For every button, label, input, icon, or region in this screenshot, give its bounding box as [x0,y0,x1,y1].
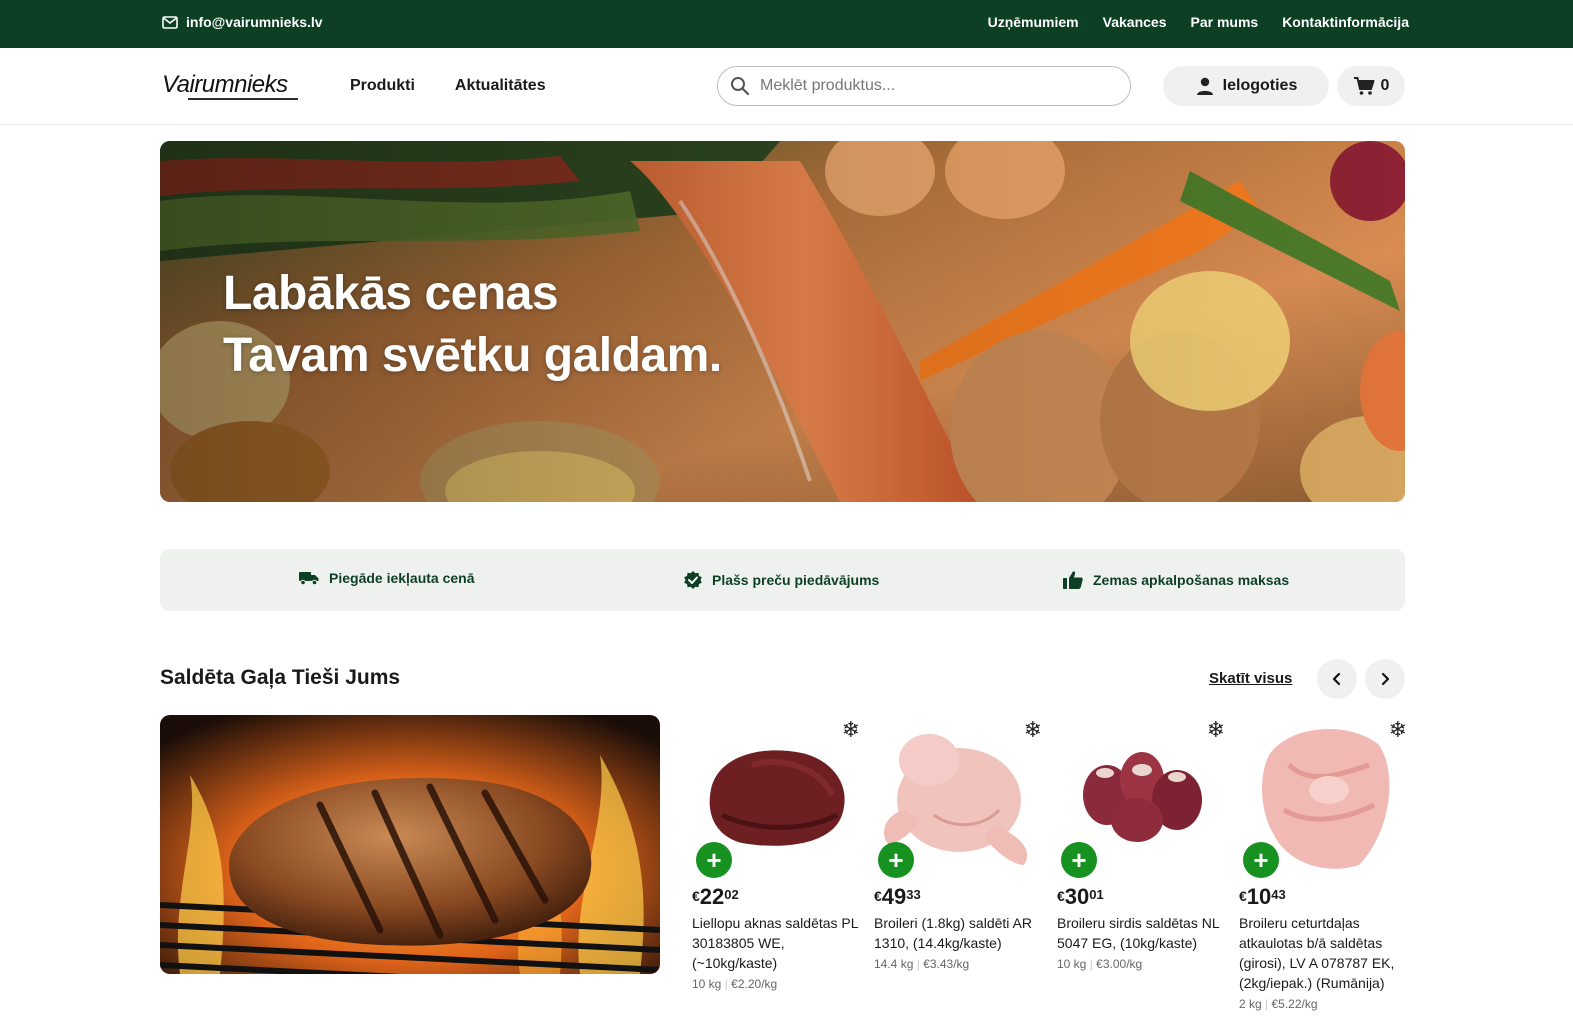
user-icon [1196,77,1213,95]
product-price: €49 33 [874,885,1044,909]
hero-headline: Labākās cenas Tavam svētku galdam. [223,263,722,387]
search-input[interactable] [760,77,1100,95]
cart-button[interactable]: 0 [1337,66,1405,106]
frozen-snowflake-icon: ❄ [1388,717,1407,742]
price-integer: 10 [1246,884,1272,909]
see-all-link[interactable]: Skatīt visus [1209,670,1292,687]
link-uznemumiem[interactable]: Uzņēmumiem [988,14,1079,30]
product-weight: 10 kg [692,977,722,991]
product-unit-price: €3.00/kg [1096,957,1143,971]
login-label: Ielogoties [1222,77,1298,94]
cart-count: 0 [1380,77,1390,94]
hero-line-1: Labākās cenas [223,267,559,320]
promo-grilled-meat-image[interactable] [160,715,660,974]
main-nav: Produkti Aktualitātes [350,77,546,95]
carousel-prev-button[interactable] [1317,659,1357,699]
price-integer: 30 [1064,884,1090,909]
truck-icon [299,572,319,586]
product-card[interactable]: ❄ + €49 33 Broileri (1.8kg) saldēti AR 13… [874,715,1044,971]
top-links: Uzņēmumiem Vakances Par mums Kontaktinfo… [988,14,1409,30]
product-meta: 10 kg | €2.20/kg [692,977,778,991]
product-image-wrap[interactable]: ❄ + [1239,715,1409,878]
price-currency: € [1239,888,1247,904]
section-title: Saldēta Gaļa Tieši Jums [160,666,401,689]
price-decimal: 33 [906,887,921,902]
product-name[interactable]: Broileru ceturtdaļas atkaulotas b/ā sald… [1239,913,1409,993]
frozen-snowflake-icon: ❄ [1023,717,1042,742]
product-weight: 10 kg [1057,957,1087,971]
email-link[interactable]: info@vairumnieks.lv [162,14,323,30]
product-meta: 10 kg | €3.00/kg [1057,957,1143,971]
feature-low-fees: Zemas apkalpošanas maksas [1062,570,1289,590]
frozen-snowflake-icon: ❄ [1206,717,1225,742]
link-vakances[interactable]: Vakances [1103,14,1167,30]
cart-icon [1353,77,1375,95]
product-weight: 14.4 kg [874,957,914,971]
price-integer: 49 [881,884,907,909]
price-currency: € [1057,888,1065,904]
product-name[interactable]: Broileru sirdis saldētas NL 5047 EG, (10… [1057,913,1227,953]
product-card[interactable]: ❄ + €22 02 Liellopu aknas saldētas PL 301… [692,715,862,991]
logo[interactable]: Vairumnieks [160,70,302,104]
email-text[interactable]: info@vairumnieks.lv [186,14,323,30]
frozen-snowflake-icon: ❄ [841,717,860,742]
grilled-meat-image [160,715,660,974]
mail-icon [162,15,178,29]
product-weight: 2 kg [1239,997,1262,1011]
hero-banner[interactable]: Labākās cenas Tavam svētku galdam. [160,141,1405,502]
feature-assortment-label: Plašs preču piedāvājums [712,572,880,588]
feature-assortment: Plašs preču piedāvājums [683,570,879,590]
top-bar: info@vairumnieks.lv Uzņēmumiem Vakances … [0,0,1573,48]
price-currency: € [874,888,882,904]
search-box[interactable] [717,66,1131,106]
chevron-right-icon [1381,672,1390,686]
feature-delivery-label: Piegāde iekļauta cenā [329,570,475,586]
feature-delivery: Piegāde iekļauta cenā [298,570,475,586]
product-price: €22 02 [692,885,862,909]
nav-produkti[interactable]: Produkti [350,77,415,95]
product-price: €10 43 [1239,885,1409,909]
price-decimal: 02 [724,887,739,902]
product-image-wrap[interactable]: ❄ + [1057,715,1227,878]
product-unit-price: €3.43/kg [923,957,970,971]
product-meta: 2 kg | €5.22/kg [1239,997,1318,1011]
login-button[interactable]: Ielogoties [1163,66,1329,106]
add-to-cart-button[interactable]: + [1061,842,1097,878]
product-name[interactable]: Liellopu aknas saldētas PL 30183805 WE, … [692,913,862,973]
price-decimal: 01 [1089,887,1104,902]
product-card[interactable]: ❄ + €30 01 Broileru sirdis saldētas NL 50… [1057,715,1227,971]
link-par-mums[interactable]: Par mums [1190,14,1258,30]
product-price: €30 01 [1057,885,1227,909]
feature-low-fees-label: Zemas apkalpošanas maksas [1093,572,1290,588]
add-to-cart-button[interactable]: + [696,842,732,878]
nav-aktualitates[interactable]: Aktualitātes [455,77,546,95]
product-image-wrap[interactable]: ❄ + [874,715,1044,878]
product-meta: 14.4 kg | €3.43/kg [874,957,970,971]
logo-text: Vairumnieks [162,71,288,98]
search-icon [731,77,750,96]
add-to-cart-button[interactable]: + [1243,842,1279,878]
link-kontaktinformacija[interactable]: Kontaktinformācija [1282,14,1409,30]
add-to-cart-button[interactable]: + [878,842,914,878]
features-bar: Piegāde iekļauta cenā Plašs preču piedāv… [160,549,1405,611]
product-unit-price: €2.20/kg [731,977,778,991]
product-name[interactable]: Broileri (1.8kg) saldēti AR 1310, (14.4k… [874,913,1044,953]
price-currency: € [692,888,700,904]
chevron-left-icon [1332,672,1341,686]
hero-line-2: Tavam svētku galdam. [223,329,722,382]
main-header: Vairumnieks Produkti Aktualitātes Ielogo… [0,48,1573,125]
product-image-wrap[interactable]: ❄ + [692,715,862,878]
product-unit-price: €5.22/kg [1271,997,1318,1011]
thumbs-up-icon [1063,571,1083,589]
verified-badge-icon [684,571,702,589]
price-integer: 22 [699,884,725,909]
price-decimal: 43 [1271,887,1286,902]
product-card[interactable]: ❄ + €10 43 Broileru ceturtdaļas atkaulota… [1239,715,1409,1011]
carousel-next-button[interactable] [1365,659,1405,699]
